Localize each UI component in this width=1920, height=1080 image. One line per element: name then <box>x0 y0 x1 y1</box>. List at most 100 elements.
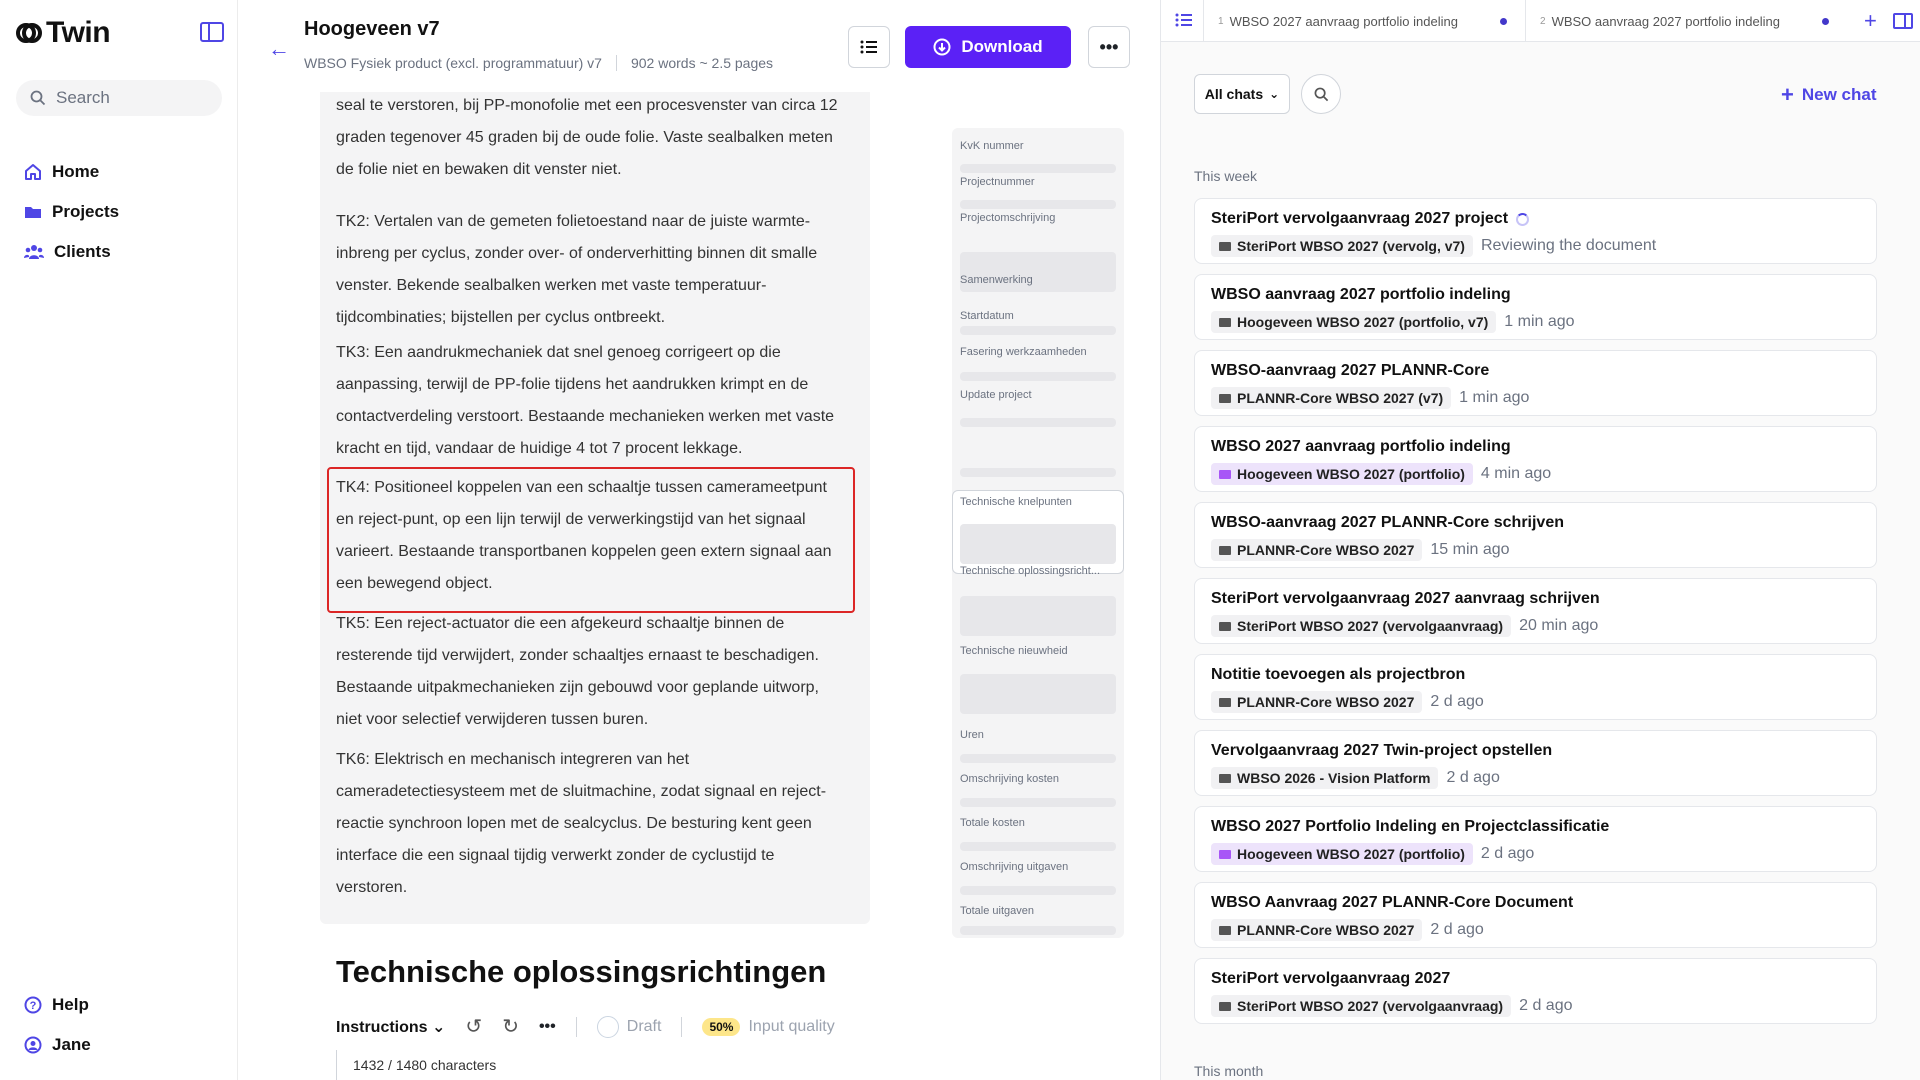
download-button[interactable]: Download <box>905 26 1071 68</box>
project-tag[interactable]: PLANNR-Core WBSO 2027 (v7) <box>1211 387 1452 409</box>
outline-item[interactable]: Update project <box>960 389 1032 401</box>
chat-title-text: Vervolgaanvraag 2027 Twin-project opstel… <box>1211 742 1553 759</box>
outline-item[interactable]: Totale uitgaven <box>960 905 1034 917</box>
chat-item[interactable]: WBSO 2027 Portfolio Indeling en Projectc… <box>1194 806 1877 872</box>
quality-badge: 50% <box>702 1017 741 1036</box>
nav-item-projects[interactable]: Projects <box>24 192 119 232</box>
outline-placeholder <box>960 326 1116 335</box>
user-icon <box>24 1036 42 1054</box>
search-icon <box>30 90 46 106</box>
project-tag-label: PLANNR-Core WBSO 2027 (v7) <box>1237 390 1444 406</box>
outline-placeholder <box>960 754 1116 763</box>
redo-icon[interactable]: ↻ <box>502 1014 519 1039</box>
paragraph[interactable]: TK5: Een reject-actuator die een afgekeu… <box>336 608 846 736</box>
tab-label: WBSO aanvraag 2027 portfolio indeling <box>1551 13 1780 29</box>
new-tab-plus-icon[interactable]: + <box>1864 8 1877 34</box>
chat-item[interactable]: Notitie toevoegen als projectbron PLANNR-… <box>1194 654 1877 720</box>
draft-toggle[interactable]: Draft <box>596 1015 661 1038</box>
word-count: 902 words ~ 2.5 pages <box>630 55 774 71</box>
back-arrow-icon[interactable]: ← <box>268 36 290 62</box>
list-icon <box>860 40 877 54</box>
collapse-sidebar-icon[interactable] <box>200 22 224 42</box>
project-tag[interactable]: SteriPort WBSO 2027 (vervolgaanvraag) <box>1211 995 1512 1017</box>
app-logo[interactable]: Twin <box>16 16 111 50</box>
project-tag[interactable]: PLANNR-Core WBSO 2027 <box>1211 539 1423 561</box>
chat-item[interactable]: WBSO-aanvraag 2027 PLANNR-Core PLANNR-Cor… <box>1194 350 1877 416</box>
more-options-button[interactable]: ••• <box>1088 26 1130 68</box>
chat-tabbar: 1 WBSO 2027 aanvraag portfolio indeling … <box>1161 0 1920 42</box>
folder-icon <box>1219 697 1231 707</box>
chat-item[interactable]: WBSO Aanvraag 2027 PLANNR-Core Document P… <box>1194 882 1877 948</box>
outline-item[interactable]: Omschrijving kosten <box>960 773 1059 785</box>
nav-item-clients[interactable]: Clients <box>24 232 119 272</box>
outline-item[interactable]: Technische knelpunten <box>960 496 1072 508</box>
unread-dot-icon <box>1821 17 1829 25</box>
outline-item[interactable]: Technische nieuwheid <box>960 645 1068 657</box>
project-tag[interactable]: PLANNR-Core WBSO 2027 <box>1211 919 1423 941</box>
outline-item[interactable]: Projectnummer <box>960 176 1035 188</box>
project-tag[interactable]: SteriPort WBSO 2027 (vervolg, v7) <box>1211 235 1473 257</box>
outline-placeholder <box>960 418 1116 427</box>
chat-subline: Hoogeveen WBSO 2027 (portfolio) 4 min ago <box>1211 463 1551 485</box>
outline-item[interactable]: Technische oplossingsricht... <box>960 565 1100 577</box>
chat-item[interactable]: SteriPort vervolgaanvraag 2027 SteriPort … <box>1194 958 1877 1024</box>
chat-title-text: WBSO 2027 aanvraag portfolio indeling <box>1211 438 1511 455</box>
chat-item[interactable]: WBSO-aanvraag 2027 PLANNR-Core schrijven… <box>1194 502 1877 568</box>
nav-item-home[interactable]: Home <box>24 152 119 192</box>
search-input[interactable]: Search <box>16 80 222 116</box>
outline-item[interactable]: Fasering werkzaamheden <box>960 346 1087 358</box>
chat-search-button[interactable] <box>1301 74 1341 114</box>
nav-item-user[interactable]: Jane <box>24 1025 91 1065</box>
paragraph[interactable]: TK2: Vertalen van de gemeten folietoesta… <box>336 206 846 334</box>
outline-placeholder <box>960 674 1116 714</box>
chat-title-text: WBSO 2027 Portfolio Indeling en Projectc… <box>1211 818 1610 835</box>
nav-item-help[interactable]: ? Help <box>24 985 91 1025</box>
folder-icon <box>1219 1001 1231 1011</box>
outline-item[interactable]: KvK nummer <box>960 140 1024 152</box>
chat-timestamp: 2 d ago <box>1480 845 1535 862</box>
project-tag-label: PLANNR-Core WBSO 2027 <box>1237 922 1415 938</box>
tab-number: 2 <box>1540 15 1546 27</box>
chat-item[interactable]: WBSO aanvraag 2027 portfolio indeling Hoo… <box>1194 274 1877 340</box>
outline-item[interactable]: Samenwerking <box>960 274 1033 286</box>
outline-item[interactable]: Omschrijving uitgaven <box>960 861 1068 873</box>
project-tag[interactable]: Hoogeveen WBSO 2027 (portfolio, v7) <box>1211 311 1497 333</box>
paragraph[interactable]: TK6: Elektrisch en mechanisch integreren… <box>336 744 846 904</box>
outline-toggle-button[interactable] <box>848 26 890 68</box>
chat-title: SteriPort vervolgaanvraag 2027 aanvraag … <box>1211 590 1600 608</box>
instructions-dropdown[interactable]: Instructions ⌄ <box>336 1017 445 1037</box>
project-tag[interactable]: Hoogeveen WBSO 2027 (portfolio) <box>1211 843 1473 865</box>
chat-tab-1[interactable]: 1 WBSO 2027 aanvraag portfolio indeling <box>1203 0 1525 42</box>
outline-item[interactable]: Totale kosten <box>960 817 1025 829</box>
outline-placeholder <box>960 468 1116 477</box>
split-view-icon[interactable] <box>1893 13 1913 29</box>
outline-item[interactable]: Startdatum <box>960 310 1014 322</box>
folder-icon <box>25 207 41 218</box>
undo-icon[interactable]: ↺ <box>465 1014 482 1039</box>
project-tag[interactable]: PLANNR-Core WBSO 2027 <box>1211 691 1423 713</box>
project-tag[interactable]: SteriPort WBSO 2027 (vervolgaanvraag) <box>1211 615 1512 637</box>
chat-item[interactable]: SteriPort vervolgaanvraag 2027 aanvraag … <box>1194 578 1877 644</box>
project-tag-label: WBSO 2026 - Vision Platform <box>1237 770 1431 786</box>
chat-title-text: SteriPort vervolgaanvraag 2027 aanvraag … <box>1211 590 1600 607</box>
more-icon[interactable]: ••• <box>539 1018 556 1036</box>
outline-item[interactable]: Projectomschrijving <box>960 212 1055 224</box>
paragraph[interactable]: TK3: Een aandrukmechaniek dat snel genoe… <box>336 337 846 465</box>
chat-timestamp: 20 min ago <box>1519 617 1599 634</box>
folder-icon <box>1219 241 1231 251</box>
chat-list-icon[interactable] <box>1175 12 1193 28</box>
toolbar-divider <box>575 1016 577 1037</box>
paragraph[interactable]: seal te verstoren, bij PP-monofolie met … <box>336 92 846 186</box>
chat-item[interactable]: Vervolgaanvraag 2027 Twin-project opstel… <box>1194 730 1877 796</box>
chat-tab-2[interactable]: 2 WBSO aanvraag 2027 portfolio indeling <box>1525 0 1847 42</box>
chat-item[interactable]: WBSO 2027 aanvraag portfolio indeling Hoo… <box>1194 426 1877 492</box>
project-tag[interactable]: WBSO 2026 - Vision Platform <box>1211 767 1439 789</box>
outline-item[interactable]: Uren <box>960 729 984 741</box>
new-chat-button[interactable]: + New chat <box>1781 82 1877 108</box>
chat-timestamp: 15 min ago <box>1430 541 1510 558</box>
chat-item[interactable]: SteriPort vervolgaanvraag 2027 project St… <box>1194 198 1877 264</box>
project-tag[interactable]: Hoogeveen WBSO 2027 (portfolio) <box>1211 463 1473 485</box>
outline-placeholder <box>960 200 1116 209</box>
all-chats-dropdown[interactable]: All chats ⌄ <box>1194 74 1290 114</box>
chat-subline: PLANNR-Core WBSO 2027 (v7) 1 min ago <box>1211 387 1529 409</box>
